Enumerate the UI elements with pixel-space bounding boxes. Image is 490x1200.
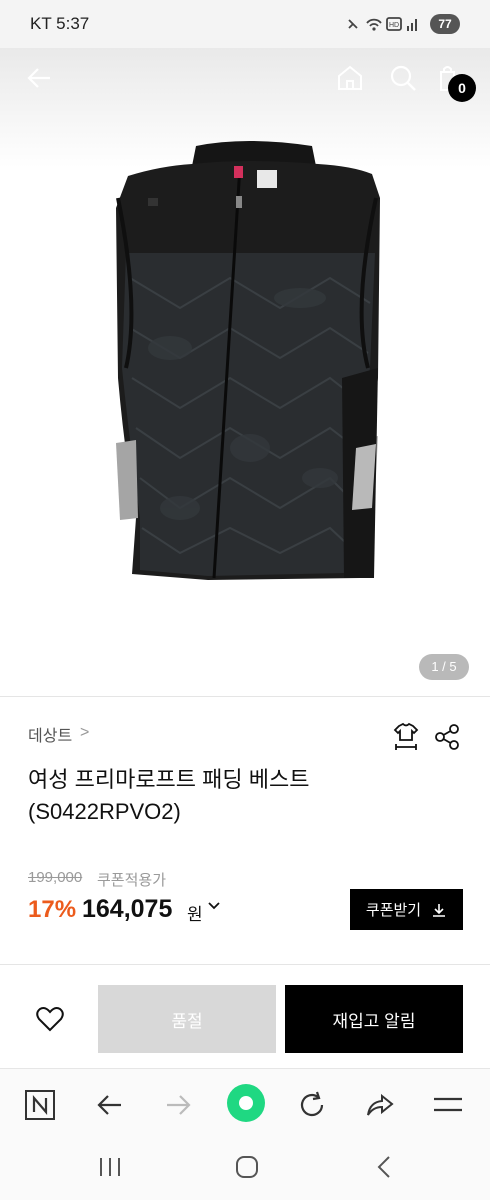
browser-back-icon[interactable] — [92, 1087, 128, 1123]
refresh-icon[interactable] — [294, 1087, 330, 1123]
browser-toolbar — [0, 1068, 490, 1137]
svg-text:HD: HD — [389, 22, 399, 29]
recent-apps-icon[interactable] — [98, 1156, 122, 1183]
sold-out-label: 품절 — [171, 1011, 203, 1031]
system-back-icon[interactable] — [374, 1155, 394, 1184]
sold-out-button: 품절 — [98, 985, 276, 1053]
coupon-price-label: 쿠폰적용가 — [97, 872, 167, 889]
search-icon[interactable] — [387, 62, 419, 94]
top-navigation — [0, 48, 490, 108]
cart-count-badge: 0 — [448, 74, 476, 102]
restock-alert-button[interactable]: 재입고 알림 — [285, 985, 463, 1053]
coupon-download-label: 쿠폰받기 — [365, 902, 422, 919]
sale-price: 164,075 — [82, 895, 173, 923]
share-icon[interactable] — [432, 722, 462, 752]
divider — [0, 964, 490, 965]
status-icons: HD — [348, 17, 417, 31]
status-bar: KT 5:37 HD 77 — [0, 0, 490, 48]
price-detail-chevron-icon[interactable] — [207, 898, 221, 917]
currency-label: 원 — [187, 905, 203, 924]
product-image-area[interactable] — [0, 48, 490, 696]
coupon-download-button[interactable]: 쿠폰받기 — [350, 889, 463, 930]
naver-home-icon[interactable] — [22, 1087, 58, 1123]
size-guide-icon[interactable] — [390, 720, 422, 752]
restock-alert-label: 재입고 알림 — [332, 1011, 416, 1031]
product-title: 여성 프리마로프트 패딩 베스트 — [28, 767, 310, 792]
carrier-time: KT 5:37 — [30, 14, 90, 33]
home-button-icon[interactable] — [235, 1155, 259, 1184]
download-icon — [433, 903, 446, 917]
image-counter: 1 / 5 — [419, 654, 469, 680]
home-icon[interactable] — [334, 62, 366, 94]
back-arrow-icon[interactable] — [24, 62, 56, 94]
battery-indicator: 77 — [430, 14, 460, 34]
system-navigation-bar — [0, 1136, 490, 1200]
heart-icon — [36, 1007, 64, 1032]
share-forward-icon[interactable] — [362, 1087, 398, 1123]
wishlist-button[interactable] — [20, 993, 80, 1045]
divider — [0, 696, 490, 697]
original-price: 199,000 — [28, 869, 83, 886]
chevron-right-icon: > — [80, 724, 90, 741]
brand-link[interactable]: 데상트 — [28, 722, 72, 746]
product-code: (S0422RPVO2) — [28, 799, 181, 824]
menu-icon[interactable] — [430, 1087, 466, 1123]
browser-green-dot-icon[interactable] — [226, 1083, 266, 1123]
discount-rate: 17% — [28, 896, 77, 923]
product-image-vest — [116, 141, 380, 580]
browser-forward-icon — [160, 1087, 196, 1123]
